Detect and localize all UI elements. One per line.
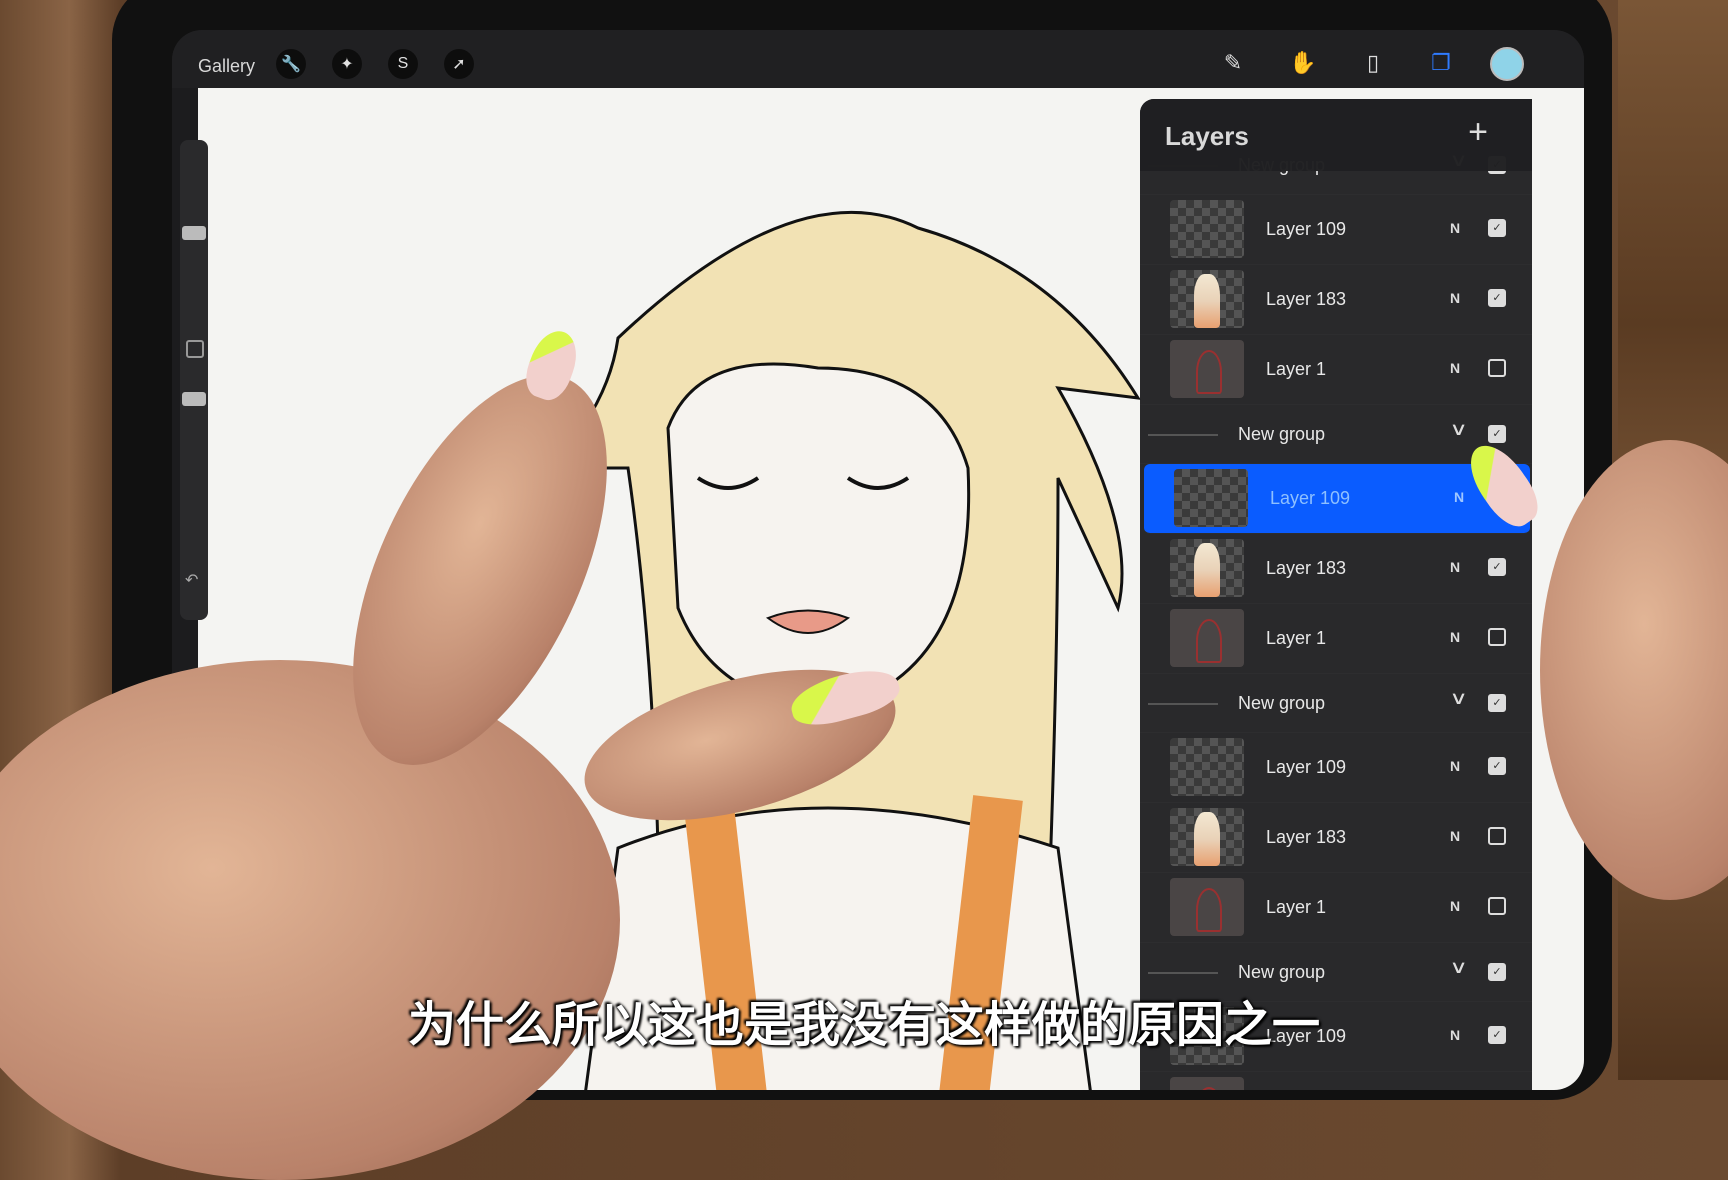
layer-thumbnail[interactable] <box>1170 539 1244 597</box>
blend-mode-button[interactable]: N <box>1450 360 1460 376</box>
layer-thumbnail[interactable] <box>1170 1077 1244 1090</box>
brush-size-slider[interactable] <box>182 226 206 240</box>
visibility-checkbox[interactable]: ✓ <box>1488 219 1506 237</box>
group-name: New group <box>1238 424 1326 444</box>
visibility-checkbox[interactable]: ✓ <box>1488 963 1506 981</box>
layer-row[interactable]: Layer 109 N ✓ <box>1140 733 1532 803</box>
magic-wand-icon[interactable]: ✦ <box>332 49 362 79</box>
layer-name: Layer 183 <box>1266 827 1347 847</box>
layer-name: Layer 183 <box>1266 558 1347 578</box>
side-brush-controls: ↶ <box>180 140 208 620</box>
blend-mode-button[interactable]: N <box>1454 489 1464 505</box>
layer-row[interactable]: Layer 183 N ✓ <box>1140 534 1532 604</box>
layer-thumbnail[interactable] <box>1170 200 1244 258</box>
layer-row[interactable]: Layer 1 N <box>1140 873 1532 943</box>
group-line <box>1148 972 1218 974</box>
layer-name: Layer 1 <box>1266 628 1327 648</box>
brush-icon[interactable]: ✎ <box>1216 46 1250 80</box>
layer-name: Layer 183 <box>1266 289 1347 309</box>
group-name: New group <box>1238 693 1326 713</box>
visibility-checkbox[interactable]: ✓ <box>1488 289 1506 307</box>
layer-thumbnail[interactable] <box>1170 878 1244 936</box>
layer-name: Layer 1 <box>1266 897 1327 917</box>
blend-mode-button[interactable]: N <box>1450 220 1460 236</box>
group-line <box>1148 703 1218 705</box>
blend-mode-button[interactable]: N <box>1450 898 1460 914</box>
layer-row[interactable]: Layer 1 N <box>1140 1072 1532 1090</box>
layer-thumbnail[interactable] <box>1170 808 1244 866</box>
chevron-down-icon[interactable]: ∨ <box>1449 419 1467 440</box>
layers-icon[interactable]: ❐ <box>1424 46 1458 80</box>
chevron-down-icon[interactable]: ∨ <box>1449 957 1467 978</box>
visibility-checkbox[interactable] <box>1488 359 1506 377</box>
opacity-slider[interactable] <box>182 392 206 406</box>
group-line <box>1148 434 1218 436</box>
selection-s-icon[interactable]: S <box>388 49 418 79</box>
visibility-checkbox[interactable]: ✓ <box>1488 694 1506 712</box>
visibility-checkbox[interactable] <box>1488 827 1506 845</box>
blend-mode-button[interactable]: N <box>1450 290 1460 306</box>
undo-icon[interactable]: ↶ <box>185 570 198 590</box>
blend-mode-button[interactable]: N <box>1450 758 1460 774</box>
layer-list[interactable]: New group ∨ ✓ Layer 109 N ✓ Layer 183 N … <box>1140 136 1532 1090</box>
video-subtitle: 为什么所以这也是我没有这样做的原因之一 <box>407 999 1320 1052</box>
visibility-checkbox[interactable] <box>1488 628 1506 646</box>
modify-button[interactable] <box>186 340 204 358</box>
blend-mode-button[interactable]: N <box>1450 828 1460 844</box>
gallery-button[interactable]: Gallery <box>198 56 255 77</box>
top-toolbar: Gallery 🔧 ✦ S ➚ ✎ ✋ ▯ ❐ <box>172 30 1584 88</box>
layer-row[interactable]: Layer 1 N <box>1140 335 1532 405</box>
visibility-checkbox[interactable]: ✓ <box>1488 757 1506 775</box>
layer-thumbnail[interactable] <box>1170 609 1244 667</box>
arrow-transform-icon[interactable]: ➚ <box>444 49 474 79</box>
layer-name: Layer 109 <box>1270 488 1351 508</box>
layer-thumbnail[interactable] <box>1170 340 1244 398</box>
color-picker[interactable] <box>1490 47 1524 81</box>
layer-name: Layer 109 <box>1266 219 1347 239</box>
wrench-icon[interactable]: 🔧 <box>276 49 306 79</box>
visibility-checkbox[interactable]: ✓ <box>1488 425 1506 443</box>
eraser-icon[interactable]: ▯ <box>1356 46 1390 80</box>
chevron-down-icon[interactable]: ∨ <box>1449 688 1467 709</box>
layer-name: Layer 1 <box>1266 359 1327 379</box>
layer-name: Layer 109 <box>1266 757 1347 777</box>
layer-row[interactable]: Layer 183 N <box>1140 803 1532 873</box>
blend-mode-button[interactable]: N <box>1450 559 1460 575</box>
group-name: New group <box>1238 962 1326 982</box>
layer-thumbnail[interactable] <box>1170 738 1244 796</box>
layer-thumbnail[interactable] <box>1170 270 1244 328</box>
layers-panel: New group ∨ ✓ Layer 109 N ✓ Layer 183 N … <box>1140 99 1532 1090</box>
visibility-checkbox[interactable] <box>1488 897 1506 915</box>
layer-thumbnail[interactable] <box>1174 469 1248 527</box>
blend-mode-button[interactable]: N <box>1450 629 1460 645</box>
layer-row[interactable]: Layer 183 N ✓ <box>1140 265 1532 335</box>
layer-row[interactable]: Layer 1 N <box>1140 604 1532 674</box>
panel-title: Layers <box>1165 121 1249 151</box>
plus-icon[interactable]: + <box>1468 113 1488 152</box>
layer-group-row[interactable]: New group ∨ ✓ <box>1140 674 1532 733</box>
visibility-checkbox[interactable]: ✓ <box>1488 558 1506 576</box>
layer-row[interactable]: Layer 109 N ✓ <box>1140 195 1532 265</box>
smudge-icon[interactable]: ✋ <box>1286 46 1320 80</box>
